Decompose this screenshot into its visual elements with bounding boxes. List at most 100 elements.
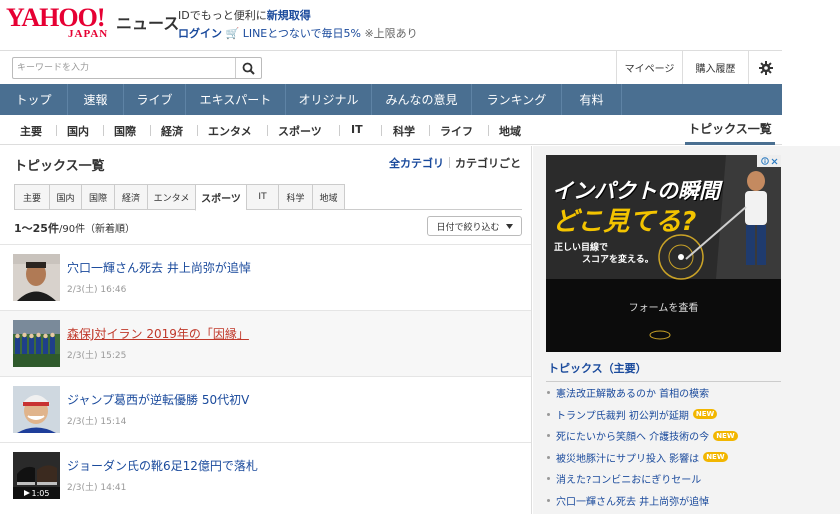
video-duration-badge: 1:05 bbox=[13, 487, 60, 499]
article-title[interactable]: ジョーダン氏の靴6足12億円で落札 bbox=[67, 457, 258, 474]
article-date: 2/3(土) 16:46 bbox=[67, 285, 127, 295]
login-promo: IDでもっと便利に新規取得 ログイン 🛒 LINEとつないで毎日5% ※上限あり bbox=[178, 8, 418, 41]
login-link[interactable]: ログイン bbox=[178, 27, 222, 40]
tab-category[interactable]: エンタメ bbox=[147, 184, 195, 210]
all-categories-link[interactable]: 全カテゴリ bbox=[389, 157, 444, 170]
search-button[interactable] bbox=[235, 58, 261, 78]
tab-category[interactable]: 国際 bbox=[81, 184, 114, 210]
topics-list-panel: トピックス一覧 全カテゴリ カテゴリごと 主要 国内 国際 経済 エンタメ スポー… bbox=[0, 146, 532, 514]
article-item[interactable]: 穴口一輝さん死去 井上尚弥が追悼 2/3(土) 16:46 bbox=[0, 244, 531, 310]
main-nav-item[interactable]: 速報 bbox=[68, 84, 124, 115]
article-thumbnail: 1:05 bbox=[13, 452, 60, 499]
main-nav-item[interactable]: 有料 bbox=[562, 84, 622, 115]
topic-item[interactable]: 消えた?コンビニおにぎりセール bbox=[546, 468, 781, 490]
divider bbox=[339, 125, 340, 136]
divider bbox=[449, 157, 450, 168]
tab-category-active[interactable]: スポーツ bbox=[195, 184, 246, 211]
topic-item[interactable]: 憲法改正解散あるのか 首相の模索 bbox=[546, 382, 781, 404]
divider bbox=[267, 125, 268, 136]
article-item[interactable]: ジャンプ葛西が逆転優勝 50代初V 2/3(土) 15:14 bbox=[0, 376, 531, 442]
close-icon bbox=[771, 158, 777, 164]
divider bbox=[150, 125, 151, 136]
adchoices-badge[interactable] bbox=[757, 155, 781, 167]
divider bbox=[488, 125, 489, 136]
article-title[interactable]: 森保J対イラン 2019年の「因縁」 bbox=[67, 325, 249, 342]
topic-item[interactable]: 死にたいから笑顔へ 介護技術の今 NEW bbox=[546, 425, 781, 447]
ad-subcopy: スコアを変える。 bbox=[582, 255, 654, 265]
tab-category[interactable]: 科学 bbox=[278, 184, 312, 210]
logo-news-label[interactable]: ニュース bbox=[116, 10, 179, 34]
topic-item[interactable]: トランプ氏裁判 初公判が延期 NEW bbox=[546, 404, 781, 426]
main-nav: トップ 速報 ライブ エキスパート オリジナル みんなの意見 ランキング 有料 bbox=[0, 84, 782, 115]
category-nav-item[interactable]: 主要 bbox=[20, 123, 42, 139]
caret-down-icon bbox=[505, 223, 513, 229]
logo-japan: JAPAN bbox=[68, 28, 109, 40]
category-nav-item[interactable]: スポーツ bbox=[278, 123, 322, 139]
purchase-history-link[interactable]: 購入履歴 bbox=[682, 51, 748, 84]
main-nav-item[interactable]: ランキング bbox=[472, 84, 562, 115]
category-nav-item[interactable]: ライフ bbox=[440, 123, 473, 139]
bullet-icon bbox=[547, 391, 550, 394]
article-item[interactable]: 1:05 ジョーダン氏の靴6足12億円で落札 2/3(土) 14:41 bbox=[0, 442, 531, 508]
search-input[interactable] bbox=[17, 60, 237, 76]
article-thumbnail bbox=[13, 386, 60, 433]
bullet-icon bbox=[547, 477, 550, 480]
main-nav-item[interactable]: エキスパート bbox=[186, 84, 286, 115]
new-badge: NEW bbox=[713, 430, 738, 441]
article-item[interactable]: 森保J対イラン 2019年の「因縁」 2/3(土) 15:25 bbox=[0, 310, 531, 376]
divider bbox=[429, 125, 430, 136]
category-nav-item[interactable]: エンタメ bbox=[208, 123, 252, 139]
divider bbox=[103, 125, 104, 136]
tab-category[interactable]: 国内 bbox=[49, 184, 81, 210]
article-title[interactable]: 穴口一輝さん死去 井上尚弥が追悼 bbox=[67, 259, 251, 276]
play-icon bbox=[23, 490, 30, 496]
sidebar: インパクトの瞬間 どこ見てる? 正しい目線で スコアを変える。 フォームを査看 … bbox=[533, 146, 840, 514]
topics-box: トピックス（主要） 憲法改正解散あるのか 首相の模索 トランプ氏裁判 初公判が延… bbox=[546, 356, 781, 511]
topics-heading[interactable]: トピックス（主要） bbox=[546, 356, 781, 382]
result-count: 1〜25件/90件（新着順） bbox=[14, 220, 135, 236]
category-nav-item[interactable]: 経済 bbox=[161, 123, 183, 139]
tab-category[interactable]: 地域 bbox=[312, 184, 345, 210]
tab-category[interactable]: 経済 bbox=[114, 184, 147, 210]
category-nav-item[interactable]: 科学 bbox=[393, 123, 415, 139]
line-promo-note: ※上限あり bbox=[364, 27, 418, 40]
settings-button[interactable] bbox=[748, 51, 782, 84]
search-bar: マイページ 購入履歴 bbox=[0, 50, 782, 84]
main-nav-item[interactable]: トップ bbox=[0, 84, 68, 115]
article-list: 穴口一輝さん死去 井上尚弥が追悼 2/3(土) 16:46 森保J対イラン 20… bbox=[0, 244, 531, 508]
topic-item[interactable]: 被災地豚汁にサプリ投入 影響は NEW bbox=[546, 447, 781, 469]
topic-text: 被災地豚汁にサプリ投入 影響は bbox=[556, 453, 700, 465]
category-nav-item[interactable]: IT bbox=[351, 123, 363, 136]
video-duration: 1:05 bbox=[31, 488, 50, 498]
topics-list-tab[interactable]: トピックス一覧 bbox=[685, 115, 775, 145]
topic-item[interactable]: 穴口一輝さん死去 井上尚弥が追悼 bbox=[546, 490, 781, 512]
article-thumbnail bbox=[13, 254, 60, 301]
signup-link[interactable]: 新規取得 bbox=[267, 9, 311, 22]
topic-text: 憲法改正解散あるのか 首相の模索 bbox=[556, 389, 710, 401]
date-filter-dropdown[interactable]: 日付で絞り込む bbox=[427, 216, 522, 236]
cart-icon: 🛒 bbox=[225, 27, 240, 40]
search-icon bbox=[242, 62, 255, 75]
topic-text: 穴口一輝さん死去 井上尚弥が追悼 bbox=[556, 496, 710, 508]
main-nav-item[interactable]: オリジナル bbox=[286, 84, 372, 115]
article-date: 2/3(土) 15:14 bbox=[67, 417, 127, 427]
article-title[interactable]: ジャンプ葛西が逆転優勝 50代初V bbox=[67, 391, 249, 408]
ad-banner[interactable]: インパクトの瞬間 どこ見てる? 正しい目線で スコアを変える。 フォームを査看 bbox=[546, 155, 781, 352]
topic-text: 死にたいから笑顔へ 介護技術の今 bbox=[556, 432, 710, 444]
category-nav-item[interactable]: 国内 bbox=[67, 123, 89, 139]
line-promo-link[interactable]: LINEとつないで毎日5% bbox=[243, 27, 361, 40]
category-nav-item[interactable]: 地域 bbox=[499, 123, 521, 139]
each-category-link[interactable]: カテゴリごと bbox=[455, 157, 521, 170]
article-thumbnail bbox=[13, 320, 60, 367]
promo-text: IDでもっと便利に bbox=[178, 9, 267, 22]
yahoo-logo[interactable]: YAHOO! JAPAN bbox=[6, 4, 107, 41]
main-nav-item[interactable]: ライブ bbox=[124, 84, 186, 115]
category-nav-item[interactable]: 国際 bbox=[114, 123, 136, 139]
result-count-total: /90件（新着順） bbox=[58, 224, 136, 235]
main-nav-item[interactable]: みんなの意見 bbox=[372, 84, 472, 115]
mypage-link[interactable]: マイページ bbox=[616, 51, 682, 84]
topic-text: 消えた?コンビニおにぎりセール bbox=[556, 475, 702, 487]
tab-category[interactable]: IT bbox=[246, 184, 278, 210]
section-title: トピックス一覧 bbox=[14, 159, 105, 174]
tab-category[interactable]: 主要 bbox=[14, 184, 49, 210]
